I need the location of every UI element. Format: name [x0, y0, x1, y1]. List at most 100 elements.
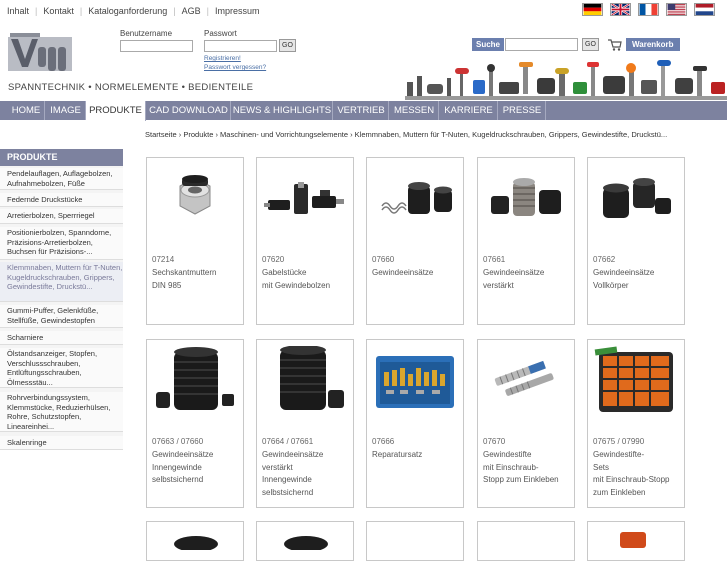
product-code: 07214: [152, 255, 175, 264]
product-image: [174, 536, 218, 550]
company-logo[interactable]: [8, 33, 74, 73]
password-input[interactable]: [204, 40, 277, 52]
product-card[interactable]: [256, 521, 354, 561]
thread-inserts-image: [381, 182, 452, 214]
product-code: 07663 / 07660: [152, 437, 204, 446]
product-code: 07620: [262, 255, 285, 264]
nav-home[interactable]: HOME: [8, 101, 45, 120]
product-image: [284, 536, 328, 550]
product-code: 07666: [372, 437, 395, 446]
product-card[interactable]: 07661 Gewindeeinsätze verstärkt: [477, 157, 575, 325]
sidebar-item-arretierbolzen[interactable]: Arretierbolzen, Sperrriegel: [0, 209, 123, 224]
breadcrumb[interactable]: Startseite › Produkte › Maschinen- und V…: [145, 130, 667, 139]
cart-button[interactable]: Warenkorb: [626, 38, 680, 51]
product-card[interactable]: 07670 Gewindestifte mit Einschraub- Stop…: [477, 339, 575, 508]
product-card[interactable]: [477, 521, 575, 561]
product-name: Gewindeeinsätze verstärkt: [483, 268, 545, 290]
product-name: Gabelstücke mit Gewindebolzen: [262, 268, 331, 290]
top-link-agb[interactable]: AGB: [182, 6, 201, 16]
product-card[interactable]: 07214 Sechskantmuttern DIN 985: [146, 157, 244, 325]
product-name: Gewindestifte mit Einschraub- Stopp zum …: [483, 450, 559, 484]
register-link[interactable]: Registrieren!: [204, 55, 241, 62]
nav-produkte[interactable]: PRODUKTE: [86, 101, 146, 121]
repair-kit-image: [376, 356, 454, 408]
product-card[interactable]: 07675 / 07990 Gewindestifte- Sets mit Ei…: [587, 339, 685, 508]
nav-news-highlights[interactable]: NEWS & HIGHLIGHTS: [232, 101, 333, 120]
nav-karriere[interactable]: KARRIERE: [440, 101, 498, 120]
sidebar-item-scharniere[interactable]: Scharniere: [0, 331, 123, 345]
hex-nut-image: [179, 175, 211, 215]
cart[interactable]: Warenkorb: [608, 38, 680, 51]
product-card[interactable]: 07663 / 07660 Gewindeeinsätze Innengewin…: [146, 339, 244, 508]
sidebar-item-skalenringe[interactable]: Skalenringe: [0, 436, 123, 450]
sidebar-item-rohrverbindungssystem[interactable]: Rohrverbindungssystem, Klemmstücke, Redu…: [0, 392, 123, 432]
nav-image[interactable]: IMAGE: [46, 101, 86, 120]
product-name: Gewindeeinsätze: [372, 268, 434, 277]
separator: |: [35, 6, 38, 16]
sidebar-item-pendelauflagen[interactable]: Pendelauflagen, Auflagebolzen, Aufnahmeb…: [0, 168, 123, 190]
nav-messen[interactable]: MESSEN: [390, 101, 439, 120]
product-card[interactable]: [587, 521, 685, 561]
password-label: Passwort: [204, 29, 237, 38]
sidebar-item-klemmnaben[interactable]: Klemmnaben, Muttern für T-Nuten, Kugeldr…: [0, 262, 123, 302]
search-go-button[interactable]: GO: [582, 38, 599, 51]
company-tagline: SPANNTECHNIK • NORMELEMENTE • BEDIENTEIL…: [8, 82, 254, 93]
product-name: Gewindeeinsätze Innengewinde selbstsiche…: [152, 450, 214, 484]
search-button[interactable]: Suche: [472, 38, 505, 51]
top-link-kontakt[interactable]: Kontakt: [43, 6, 74, 16]
threaded-pin-set-image: [594, 346, 673, 412]
search-input[interactable]: [505, 38, 578, 51]
hero-products-image: [405, 60, 727, 100]
flag-nl-icon[interactable]: [694, 3, 715, 16]
product-name: Sechskantmuttern DIN 985: [152, 268, 217, 290]
product-card[interactable]: [366, 521, 464, 561]
thread-inserts-reinforced-selflocking-image: [280, 346, 344, 410]
sidebar-item-gummi-puffer[interactable]: Gummi-Puffer, Gelenkfüße, Stellfüße, Gew…: [0, 305, 123, 328]
login-go-button[interactable]: GO: [279, 39, 296, 52]
product-name: Gewindeeinsätze verstärkt Innengewinde s…: [262, 450, 324, 497]
separator: |: [79, 6, 83, 16]
product-code: 07670: [483, 437, 506, 446]
product-name: Gewindeeinsätze Vollkörper: [593, 268, 655, 290]
top-links: Inhalt | Kontakt | Kataloganforderung | AGB | Im…: [7, 6, 260, 16]
username-input[interactable]: [120, 40, 193, 52]
sidebar-item-positionierbolzen[interactable]: Positionierbolzen, Spanndorne, Präzision…: [0, 227, 123, 260]
language-flags: [582, 3, 715, 16]
product-card[interactable]: 07660 Gewindeeinsätze: [366, 157, 464, 325]
product-card[interactable]: 07662 Gewindeeinsätze Vollkörper: [587, 157, 685, 325]
thread-inserts-selflocking-image: [156, 347, 234, 410]
thread-inserts-solid-image: [603, 178, 671, 218]
thread-inserts-reinforced-image: [491, 178, 561, 216]
top-link-kataloganforderung[interactable]: Kataloganforderung: [88, 6, 167, 16]
nav-cad-download[interactable]: CAD DOWNLOAD: [147, 101, 231, 120]
product-name: Gewindestifte- Sets mit Einschraub-Stopp…: [593, 450, 670, 497]
threaded-pins-image: [494, 360, 554, 396]
product-code: 07664 / 07661: [262, 437, 314, 446]
separator: |: [206, 6, 210, 16]
product-code: 07661: [483, 255, 506, 264]
top-link-inhalt[interactable]: Inhalt: [7, 6, 29, 16]
product-card[interactable]: [146, 521, 244, 561]
forgot-password-link[interactable]: Passwort vergessen?: [204, 64, 266, 71]
flag-uk-icon[interactable]: [610, 3, 631, 16]
flag-us-icon[interactable]: [666, 3, 687, 16]
product-code: 07662: [593, 255, 616, 264]
sidebar-title: PRODUKTE: [0, 149, 123, 166]
product-name: Reparatursatz: [372, 450, 423, 459]
separator: |: [173, 6, 176, 16]
product-card[interactable]: 07664 / 07661 Gewindeeinsätze verstärkt …: [256, 339, 354, 508]
fork-pieces-image: [264, 182, 344, 214]
sidebar-item-federnde-druckstuecke[interactable]: Federnde Druckstücke: [0, 193, 123, 207]
sidebar-item-oelstandsanzeiger[interactable]: Ölstandsanzeiger, Stopfen, Verschlusssch…: [0, 348, 123, 388]
product-card[interactable]: 07666 Reparatursatz: [366, 339, 464, 508]
nav-vertrieb[interactable]: VERTRIEB: [334, 101, 389, 120]
product-code: 07660: [372, 255, 395, 264]
flag-fr-icon[interactable]: [638, 3, 659, 16]
product-image: [620, 532, 646, 548]
top-link-impressum[interactable]: Impressum: [215, 6, 260, 16]
username-label: Benutzername: [120, 29, 173, 38]
product-card[interactable]: 07620 Gabelstücke mit Gewindebolzen: [256, 157, 354, 325]
product-code: 07675 / 07990: [593, 437, 645, 446]
nav-presse[interactable]: PRESSE: [499, 101, 546, 120]
flag-de-icon[interactable]: [582, 3, 603, 16]
